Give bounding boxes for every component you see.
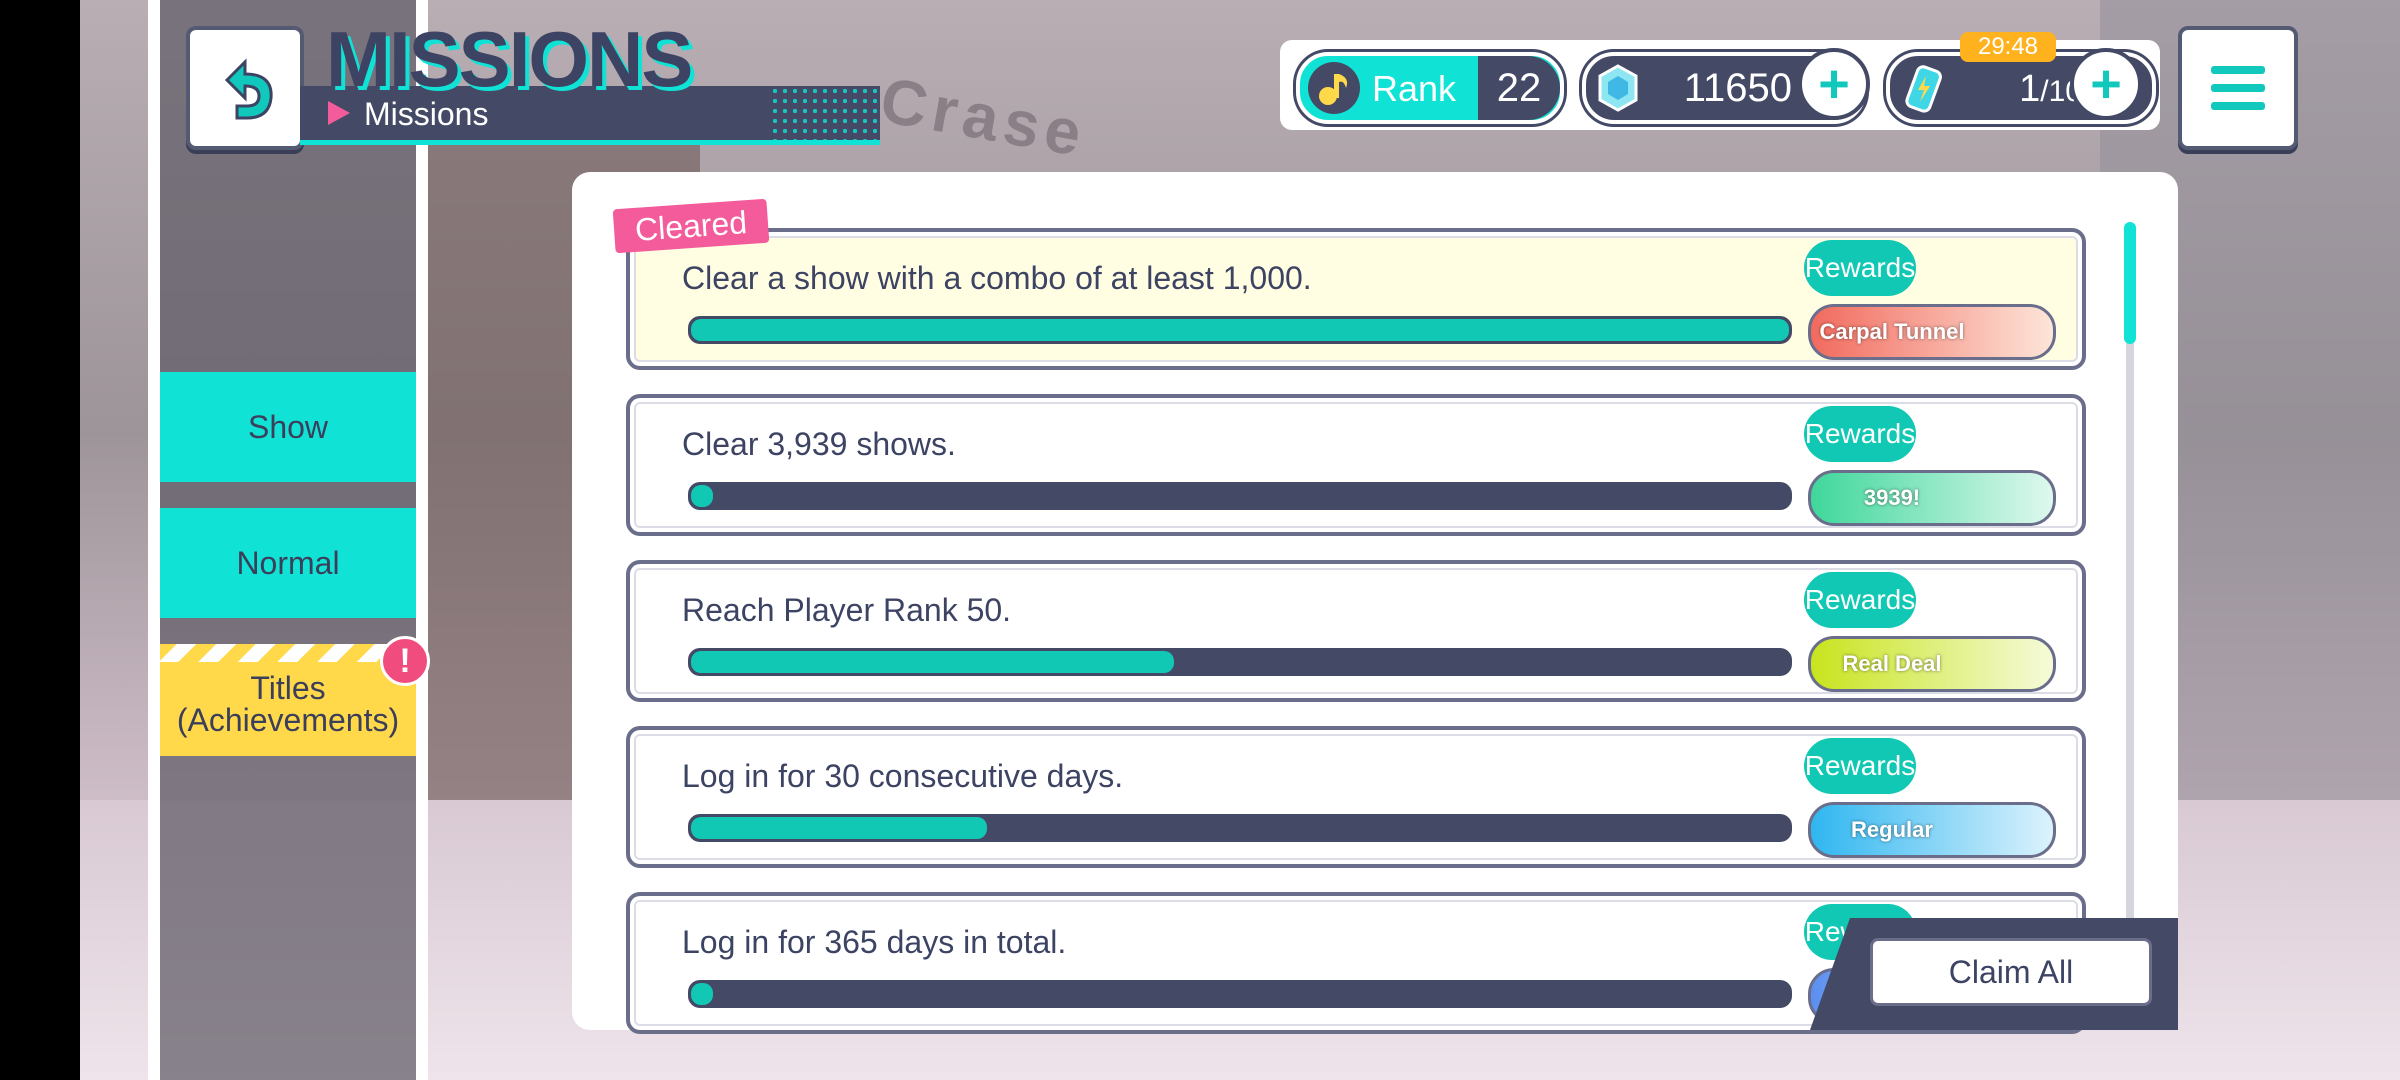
rank-label: Rank bbox=[1372, 68, 1457, 109]
energy-timer: 29:48 bbox=[1960, 32, 2056, 62]
tab-normal[interactable]: Normal bbox=[160, 508, 416, 618]
energy-drink-icon bbox=[1905, 65, 1942, 113]
mission-card: Clear 3,939 shows. Rewards 3939!★ bbox=[626, 394, 2086, 536]
mission-progress-bar bbox=[688, 980, 1792, 1008]
mission-text: Log in for 30 consecutive days. bbox=[682, 758, 1124, 794]
hamburger-icon bbox=[2211, 66, 2265, 74]
rewards-button[interactable]: Rewards bbox=[1804, 406, 1916, 462]
mission-progress-bar bbox=[688, 482, 1792, 510]
reward-title-plate: 3939!★ bbox=[1808, 470, 2056, 526]
reward-title-plate: Carpal Tunnel★ bbox=[1808, 304, 2056, 360]
mission-progress-bar bbox=[688, 648, 1792, 676]
title-emblem-icon: ★ bbox=[1811, 311, 2043, 351]
claim-all-button[interactable]: Claim All bbox=[1870, 938, 2152, 1006]
back-button[interactable] bbox=[186, 26, 304, 150]
mission-progress-bar bbox=[688, 814, 1792, 842]
rank-display: Rank 22 bbox=[1296, 52, 1564, 124]
rewards-button[interactable]: Rewards bbox=[1804, 240, 1916, 296]
title-emblem-icon: ★ bbox=[1811, 809, 2043, 849]
page-title: MISSIONS bbox=[326, 15, 693, 103]
crystal-icon bbox=[1598, 64, 1638, 112]
mission-progress-bar bbox=[688, 316, 1792, 344]
title-emblem-icon: ★ bbox=[1811, 643, 2043, 683]
mission-card: Log in for 30 consecutive days. Rewards Re… bbox=[626, 726, 2086, 868]
gems-count: 11650 bbox=[1683, 66, 1792, 110]
add-gems-button[interactable]: + bbox=[1798, 48, 1870, 120]
reward-title-plate: Regular★ bbox=[1808, 802, 2056, 858]
title-emblem-icon: ★ bbox=[1811, 477, 2043, 517]
reward-title-plate: Real Deal★ bbox=[1808, 636, 2056, 692]
rewards-button[interactable]: Rewards bbox=[1804, 738, 1916, 794]
menu-button[interactable] bbox=[2178, 26, 2298, 150]
alert-badge: ! bbox=[380, 636, 430, 686]
rank-value: 22 bbox=[1478, 56, 1560, 120]
scrollbar-thumb[interactable] bbox=[2124, 222, 2136, 344]
rewards-button[interactable]: Rewards bbox=[1804, 572, 1916, 628]
music-note-icon bbox=[1308, 62, 1360, 114]
mission-card: Reach Player Rank 50. Rewards Real Deal★ bbox=[626, 560, 2086, 702]
rail-line bbox=[148, 0, 160, 1080]
mission-text: Clear 3,939 shows. bbox=[682, 426, 956, 462]
mission-card: Clear a show with a combo of at least 1,… bbox=[626, 228, 2086, 370]
mission-text: Reach Player Rank 50. bbox=[682, 592, 1012, 628]
tab-titles-label: Titles (Achievements) bbox=[176, 670, 400, 738]
tab-show[interactable]: Show bbox=[160, 372, 416, 482]
add-energy-button[interactable]: + bbox=[2070, 48, 2142, 120]
mission-text: Clear a show with a combo of at least 1,… bbox=[682, 260, 1312, 296]
mission-text: Log in for 365 days in total. bbox=[682, 924, 1067, 960]
back-arrow-icon bbox=[224, 58, 273, 120]
rail-line bbox=[416, 0, 428, 1080]
tab-titles-achievements[interactable]: Titles (Achievements) bbox=[160, 644, 416, 756]
